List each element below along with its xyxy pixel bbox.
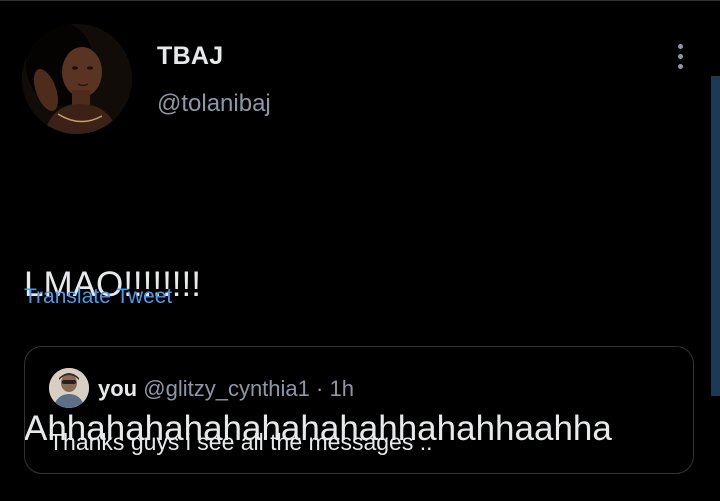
translate-tweet-link[interactable]: Translate Tweet bbox=[24, 285, 172, 309]
author-display-name[interactable]: TBAJ bbox=[157, 42, 223, 71]
profile-photo-icon bbox=[49, 368, 89, 408]
vertical-ellipsis-icon bbox=[677, 43, 683, 49]
more-options-button[interactable] bbox=[666, 40, 694, 72]
quoted-author-handle: @glitzy_cynthia1 bbox=[143, 376, 310, 401]
vertical-ellipsis-icon bbox=[677, 53, 683, 59]
quoted-author-name: you bbox=[98, 376, 138, 401]
author-avatar[interactable] bbox=[22, 24, 132, 134]
profile-photo-icon bbox=[22, 24, 132, 134]
top-divider bbox=[0, 0, 720, 1]
dot-separator: · bbox=[316, 376, 324, 401]
vertical-ellipsis-icon bbox=[677, 63, 683, 69]
author-handle[interactable]: @tolanibaj bbox=[157, 90, 271, 118]
quoted-tweet-text: Thanks guys i see all the messages .. bbox=[49, 429, 433, 455]
quoted-tweet-card[interactable]: you @glitzy_cynthia1 · 1h Thanks guys i … bbox=[24, 346, 694, 474]
quoted-author-avatar bbox=[49, 368, 89, 408]
quoted-timestamp: 1h bbox=[329, 376, 354, 401]
quoted-tweet-header: you @glitzy_cynthia1 · 1h bbox=[98, 376, 354, 402]
scroll-indicator bbox=[711, 76, 720, 396]
